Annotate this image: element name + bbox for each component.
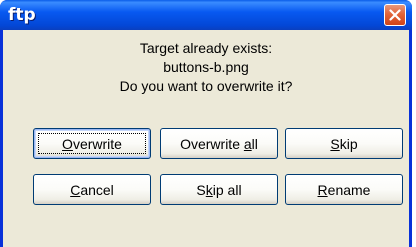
rename-button[interactable]: Rename [285,174,403,205]
close-icon [389,9,401,21]
close-button[interactable] [384,4,406,26]
skip-button[interactable]: Skip [285,128,403,159]
dialog-window: ftp Target already exists: buttons-b.png… [0,0,412,247]
window-title: ftp [8,5,36,25]
skip-all-button[interactable]: Skip all [160,174,278,205]
cancel-button[interactable]: Cancel [33,174,151,205]
overwrite-all-button[interactable]: Overwrite all [160,128,278,159]
overwrite-all-button-label: Overwrite all [180,135,258,152]
overwrite-button[interactable]: Overwrite [33,128,151,159]
message-line-1: Target already exists: [139,40,273,56]
title-bar[interactable]: ftp [0,0,412,30]
message-line-3: Do you want to overwrite it? [119,78,293,94]
dialog-body: Target already exists: buttons-b.png Do … [3,30,409,247]
overwrite-button-label: Overwrite [62,135,122,152]
skip-all-button-label: Skip all [196,181,242,198]
message-filename: buttons-b.png [163,59,249,75]
rename-button-label: Rename [317,181,371,198]
skip-button-label: Skip [330,135,358,152]
cancel-button-label: Cancel [70,181,114,198]
